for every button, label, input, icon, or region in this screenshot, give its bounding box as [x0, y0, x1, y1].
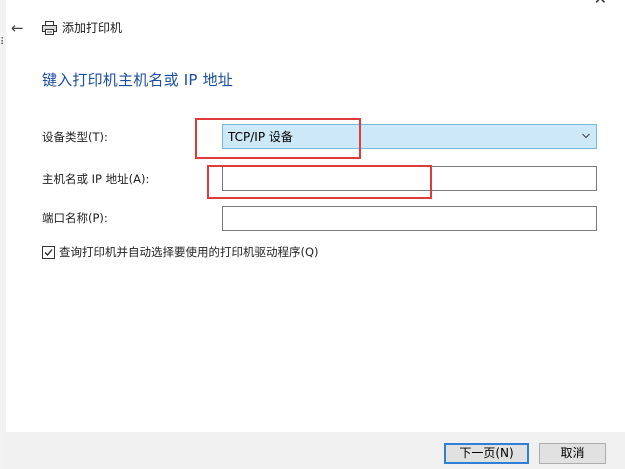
window-left-edge — [0, 0, 6, 469]
chevron-down-icon — [582, 133, 590, 139]
query-printer-checkbox[interactable] — [42, 246, 55, 259]
close-icon[interactable]: ✕ — [594, 0, 607, 7]
dialog-title: 添加打印机 — [62, 21, 123, 35]
dialog-footer — [6, 432, 625, 469]
next-button[interactable]: 下一页(N) — [444, 443, 529, 464]
resize-grip-icon: ⠇ — [0, 37, 8, 48]
hostname-input[interactable] — [222, 166, 597, 191]
port-name-label: 端口名称(P): — [42, 211, 108, 225]
query-printer-checkbox-label: 查询打印机并自动选择要使用的打印机驱动程序(Q) — [59, 245, 319, 259]
hostname-label: 主机名或 IP 地址(A): — [42, 172, 150, 186]
checkmark-icon — [44, 249, 53, 256]
page-heading: 键入打印机主机名或 IP 地址 — [42, 71, 234, 89]
device-type-select[interactable]: TCP/IP 设备 — [222, 124, 597, 149]
device-type-value: TCP/IP 设备 — [228, 130, 293, 144]
device-type-label: 设备类型(T): — [42, 130, 108, 144]
back-arrow-icon[interactable]: ← — [11, 19, 24, 37]
add-printer-dialog: ⠇ ✕ ← 添加打印机 键入打印机主机名或 IP 地址 设备类型(T): TCP… — [0, 0, 625, 469]
cancel-button[interactable]: 取消 — [539, 443, 606, 464]
port-name-input[interactable] — [222, 206, 597, 231]
printer-icon — [42, 21, 57, 35]
